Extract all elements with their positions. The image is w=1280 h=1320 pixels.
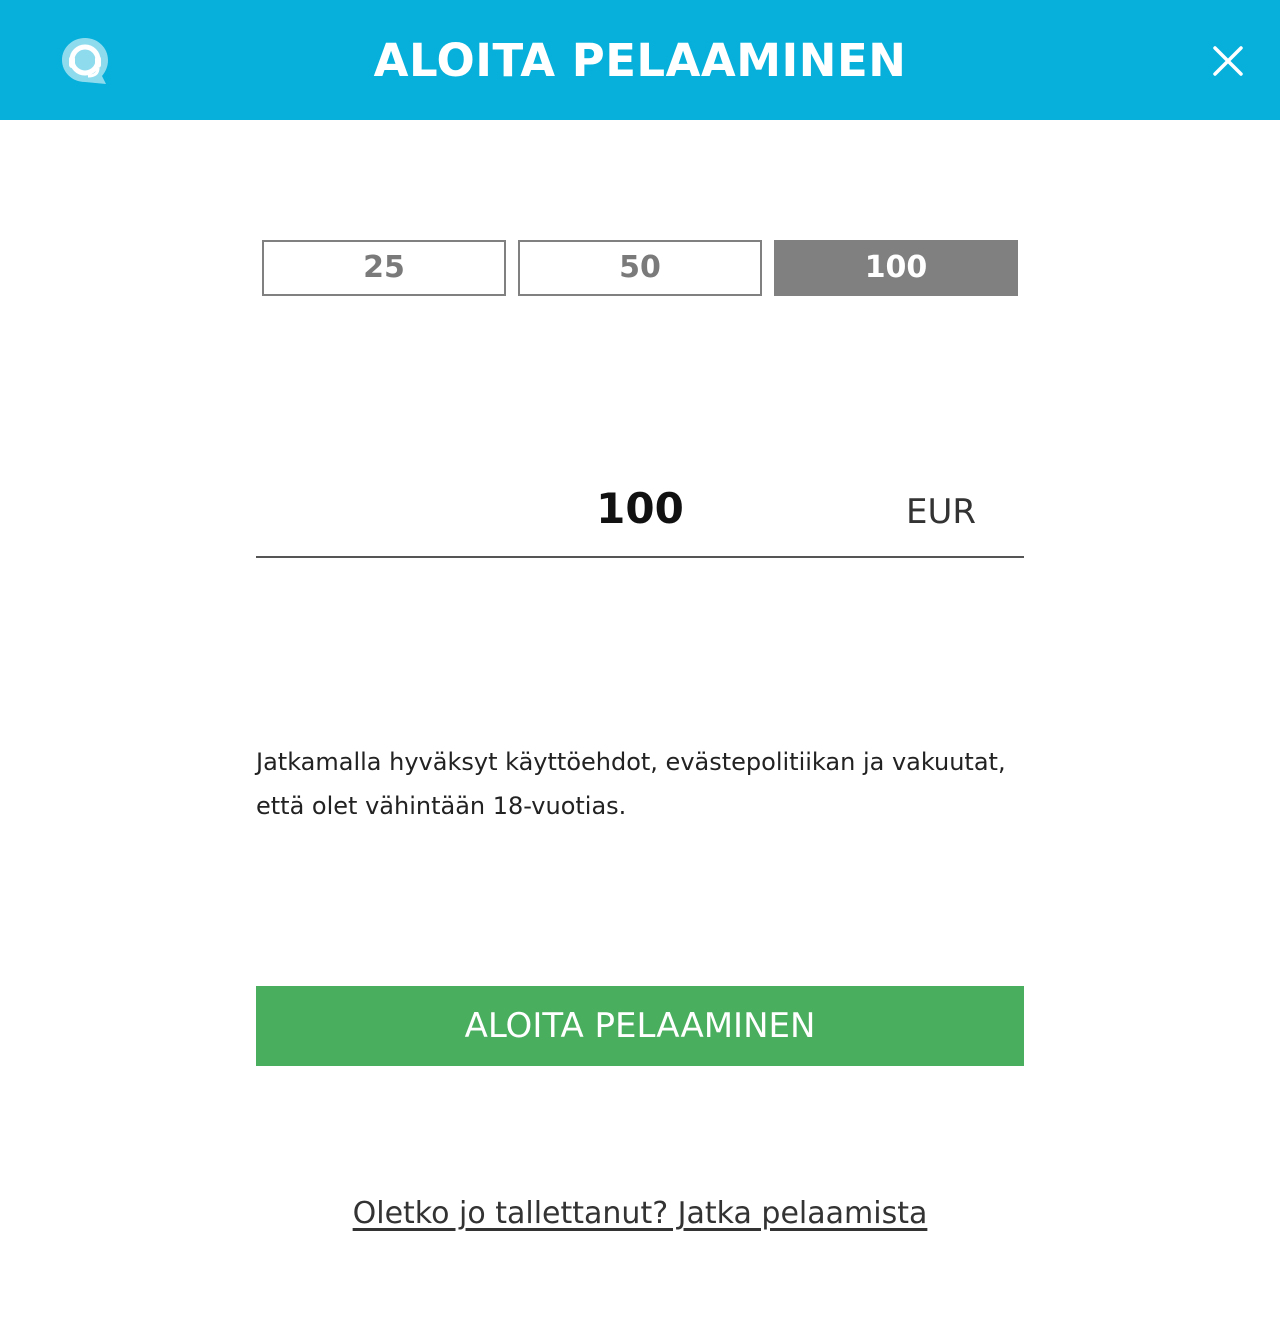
- close-icon[interactable]: [1205, 38, 1251, 84]
- start-playing-modal: ALOITA PELAAMINEN 25 50 100 100 EUR Jatk…: [0, 0, 1280, 1320]
- amount-option-100[interactable]: 100: [774, 240, 1018, 296]
- terms-text: Jatkamalla hyväksyt käyttöehdot, evästep…: [256, 740, 1036, 828]
- currency-label: EUR: [906, 492, 976, 532]
- amount-input[interactable]: 100 EUR: [256, 470, 1024, 558]
- continue-playing-link[interactable]: Oletko jo tallettanut? Jatka pelaamista: [0, 1196, 1280, 1231]
- terms-line-1: Jatkamalla hyväksyt käyttöehdot, evästep…: [256, 748, 1006, 776]
- amount-options: 25 50 100: [262, 240, 1018, 296]
- start-playing-button[interactable]: ALOITA PELAAMINEN: [256, 986, 1024, 1066]
- amount-option-50[interactable]: 50: [518, 240, 762, 296]
- terms-line-2: että olet vähintään 18-vuotias.: [256, 792, 627, 820]
- modal-title: ALOITA PELAAMINEN: [373, 34, 907, 87]
- amount-option-25[interactable]: 25: [262, 240, 506, 296]
- modal-header: ALOITA PELAAMINEN: [0, 0, 1280, 120]
